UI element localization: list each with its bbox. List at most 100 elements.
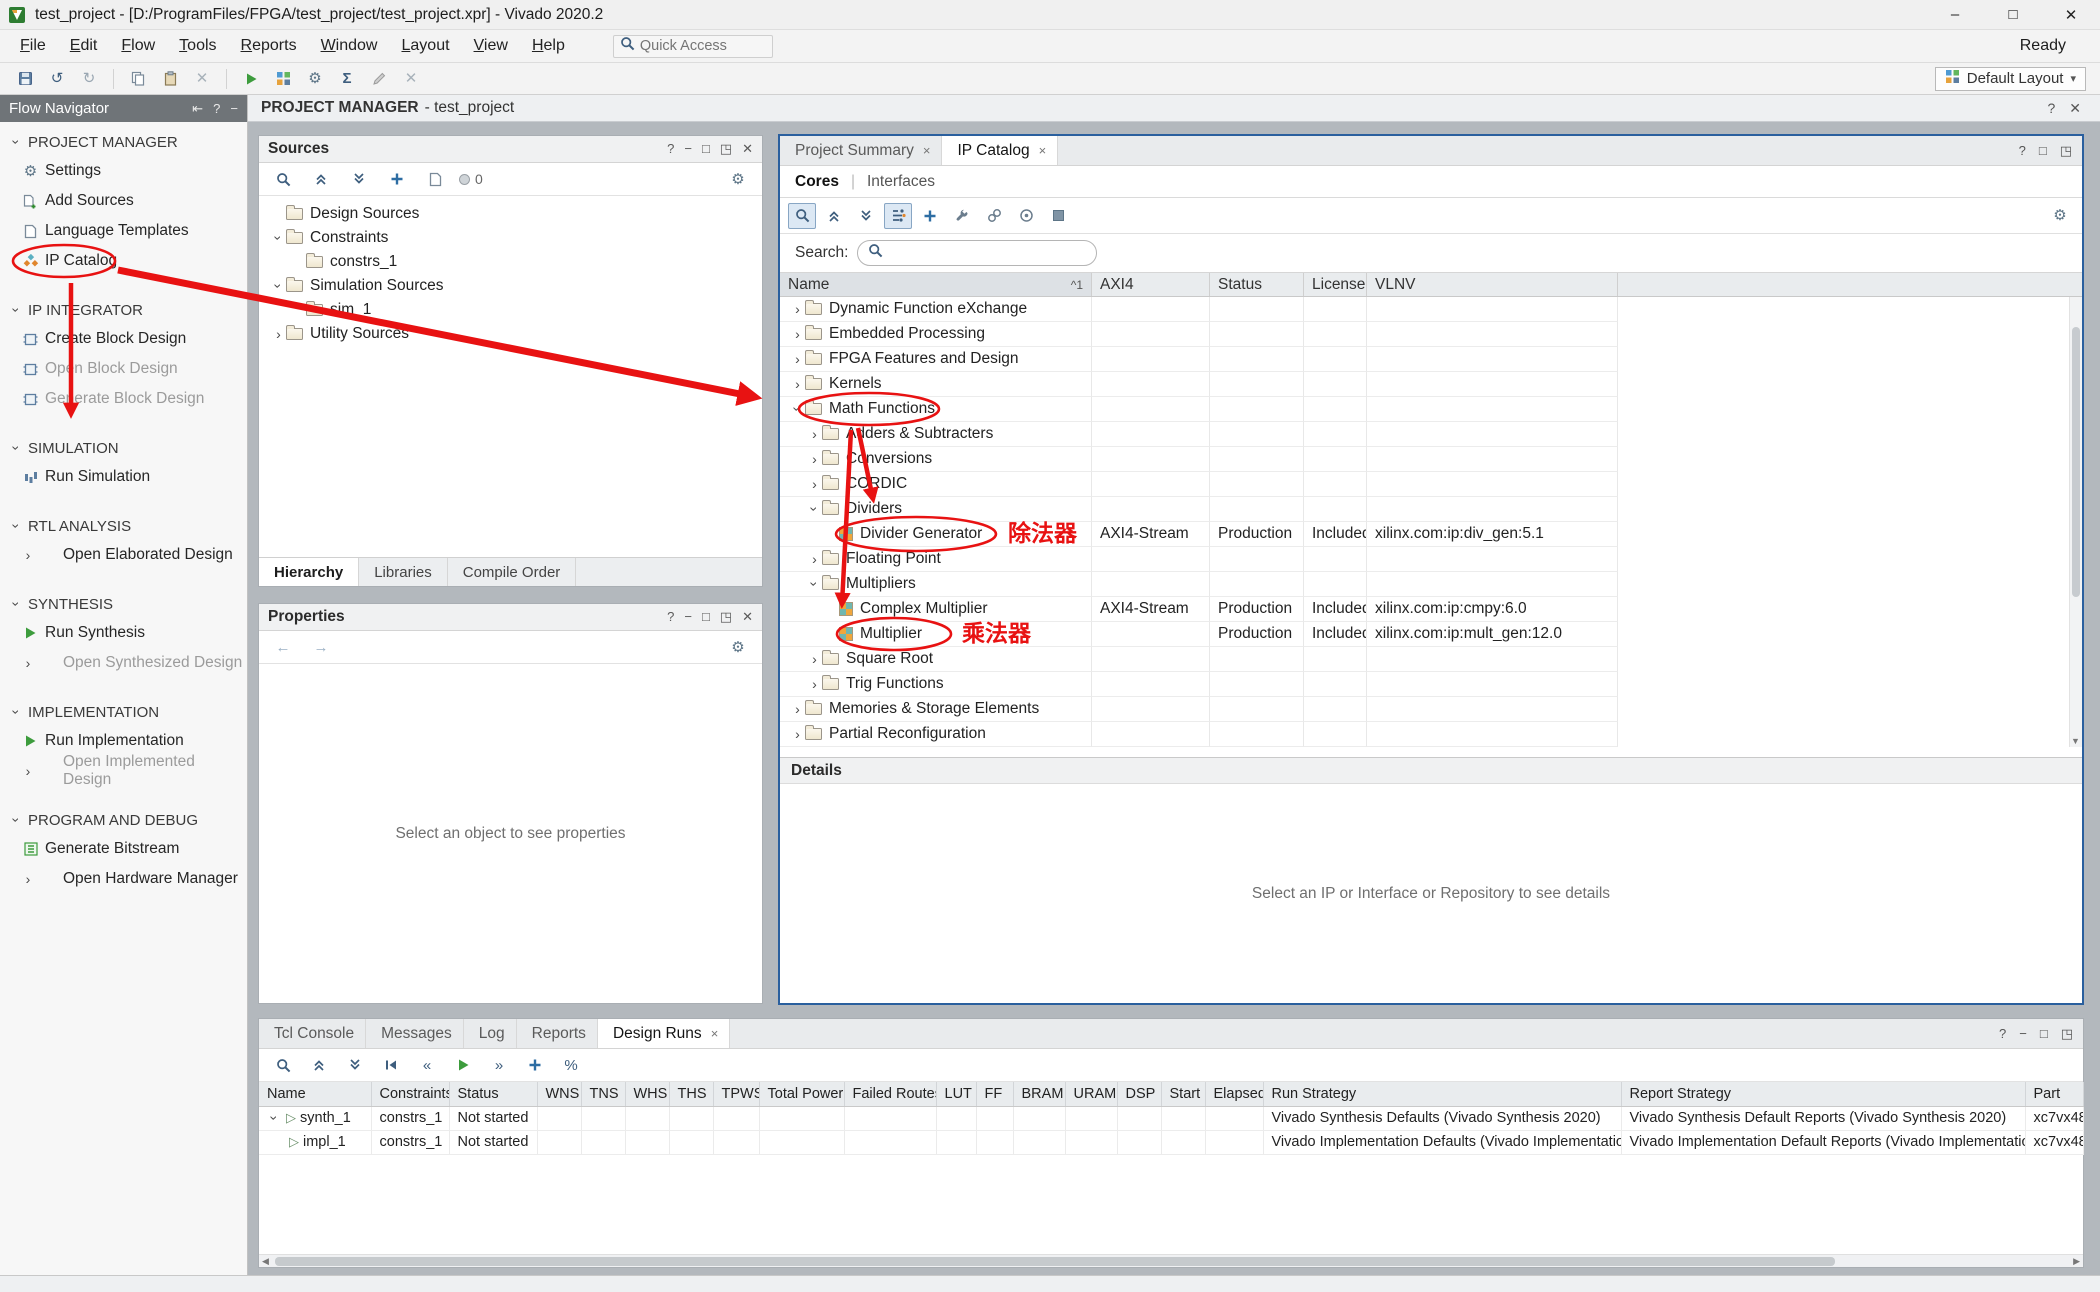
subtab-interfaces[interactable]: Interfaces bbox=[867, 173, 935, 191]
chevron-icon[interactable]: › bbox=[808, 577, 822, 592]
maximize-button[interactable]: □ bbox=[1984, 0, 2042, 30]
quick-access-input[interactable] bbox=[640, 38, 750, 54]
collapse-all-button[interactable] bbox=[307, 166, 335, 192]
close-icon[interactable]: × bbox=[923, 143, 931, 158]
report-button[interactable]: Σ bbox=[332, 66, 362, 92]
design-run-row-impl-1[interactable]: ▷impl_1constrs_1Not startedVivado Implem… bbox=[259, 1130, 2083, 1154]
tab-libraries[interactable]: Libraries bbox=[359, 558, 448, 586]
settings-button[interactable]: ⚙ bbox=[300, 66, 330, 92]
chevron-icon[interactable]: › bbox=[808, 502, 822, 517]
ipcat-row-floating-point[interactable]: ›Floating Point bbox=[780, 547, 2082, 572]
column-header-status[interactable]: Status bbox=[1210, 273, 1304, 296]
ipcat-row-math-functions[interactable]: ›Math Functions bbox=[780, 397, 2082, 422]
dr-column-part[interactable]: Part bbox=[2025, 1082, 2083, 1106]
scroll-right-arrow[interactable]: ▶ bbox=[2073, 1256, 2080, 1267]
menu-file[interactable]: File bbox=[8, 32, 58, 60]
dr-column-start[interactable]: Start bbox=[1161, 1082, 1205, 1106]
hierarchy-view-button[interactable] bbox=[884, 203, 912, 229]
menu-edit[interactable]: Edit bbox=[58, 32, 110, 60]
float-icon[interactable]: □ bbox=[2039, 143, 2047, 158]
ip-search-box[interactable] bbox=[857, 240, 1097, 266]
add-repository-button[interactable] bbox=[916, 203, 944, 229]
search-button[interactable] bbox=[269, 166, 297, 192]
step-back-button[interactable] bbox=[377, 1052, 405, 1078]
chevron-icon[interactable]: › bbox=[790, 377, 805, 391]
help-icon[interactable]: ? bbox=[2047, 100, 2055, 117]
minimize-button[interactable]: – bbox=[1926, 0, 1984, 30]
run-button[interactable] bbox=[449, 1052, 477, 1078]
ipcat-row-divider-generator[interactable]: Divider GeneratorAXI4-StreamProductionIn… bbox=[780, 522, 2082, 547]
dr-column-elapsed[interactable]: Elapsed bbox=[1205, 1082, 1263, 1106]
dr-column-total-power[interactable]: Total Power bbox=[759, 1082, 844, 1106]
edit-file-button[interactable] bbox=[421, 166, 449, 192]
stop-button[interactable] bbox=[1044, 203, 1072, 229]
design-run-row-synth-1[interactable]: ›▷synth_1constrs_1Not startedVivado Synt… bbox=[259, 1106, 2083, 1130]
ipcat-row-complex-multiplier[interactable]: Complex MultiplierAXI4-StreamProductionI… bbox=[780, 597, 2082, 622]
fast-forward-button[interactable]: » bbox=[485, 1052, 513, 1078]
fn-section-header-ip-integrator[interactable]: ›IP INTEGRATOR bbox=[0, 296, 247, 324]
copy-button[interactable] bbox=[123, 66, 153, 92]
menu-view[interactable]: View bbox=[462, 32, 520, 60]
fn-section-header-implementation[interactable]: ›IMPLEMENTATION bbox=[0, 698, 247, 726]
chevron-icon[interactable]: › bbox=[268, 1111, 282, 1126]
dr-column-dsp[interactable]: DSP bbox=[1117, 1082, 1161, 1106]
abort-button[interactable]: ✕ bbox=[396, 66, 426, 92]
dr-column-ths[interactable]: THS bbox=[669, 1082, 713, 1106]
gear-icon[interactable]: ⚙ bbox=[2046, 203, 2074, 229]
tab-reports[interactable]: Reports bbox=[517, 1019, 598, 1048]
sidebar-item-open-elaborated-design[interactable]: ›Open Elaborated Design bbox=[0, 540, 247, 570]
chevron-icon[interactable]: › bbox=[807, 477, 822, 491]
sidebar-item-settings[interactable]: ⚙Settings bbox=[0, 156, 247, 186]
tree-item-utility-sources[interactable]: ›Utility Sources bbox=[259, 322, 762, 346]
minimize-icon[interactable]: − bbox=[684, 609, 692, 624]
ipcat-row-adders-subtracters[interactable]: ›Adders & Subtracters bbox=[780, 422, 2082, 447]
chevron-icon[interactable]: › bbox=[790, 327, 805, 341]
ipcat-row-trig-functions[interactable]: ›Trig Functions bbox=[780, 672, 2082, 697]
sidebar-item-run-implementation[interactable]: Run Implementation bbox=[0, 726, 247, 756]
create-run-button[interactable] bbox=[521, 1052, 549, 1078]
ipcat-row-kernels[interactable]: ›Kernels bbox=[780, 372, 2082, 397]
help-icon[interactable]: ? bbox=[1999, 1026, 2006, 1041]
help-icon[interactable]: ? bbox=[667, 609, 674, 624]
dr-column-wns[interactable]: WNS bbox=[537, 1082, 581, 1106]
chevron-icon[interactable]: › bbox=[807, 652, 822, 666]
fn-section-header-simulation[interactable]: ›SIMULATION bbox=[0, 434, 247, 462]
menu-window[interactable]: Window bbox=[309, 32, 390, 60]
sidebar-item-open-implemented-design[interactable]: ›Open Implemented Design bbox=[0, 756, 247, 786]
close-icon[interactable]: × bbox=[1039, 143, 1047, 158]
edit-button[interactable] bbox=[364, 66, 394, 92]
menu-reports[interactable]: Reports bbox=[229, 32, 309, 60]
column-header-license[interactable]: License bbox=[1304, 273, 1367, 296]
dr-column-status[interactable]: Status bbox=[449, 1082, 537, 1106]
ipcat-row-multipliers[interactable]: ›Multipliers bbox=[780, 572, 2082, 597]
dr-column-tpws[interactable]: TPWS bbox=[713, 1082, 759, 1106]
tab-log[interactable]: Log bbox=[464, 1019, 517, 1048]
sidebar-item-language-templates[interactable]: Language Templates bbox=[0, 216, 247, 246]
menu-help[interactable]: Help bbox=[520, 32, 577, 60]
chevron-icon[interactable]: › bbox=[790, 302, 805, 316]
chevron-icon[interactable]: › bbox=[807, 452, 822, 466]
expand-all-button[interactable] bbox=[852, 203, 880, 229]
ipcat-row-square-root[interactable]: ›Square Root bbox=[780, 647, 2082, 672]
subtab-cores[interactable]: Cores bbox=[795, 173, 839, 191]
dr-column-ff[interactable]: FF bbox=[976, 1082, 1013, 1106]
chevron-icon[interactable]: › bbox=[790, 727, 805, 741]
sidebar-item-add-sources[interactable]: Add Sources bbox=[0, 186, 247, 216]
float-icon[interactable]: □ bbox=[702, 609, 710, 624]
sidebar-item-run-synthesis[interactable]: Run Synthesis bbox=[0, 618, 247, 648]
paste-button[interactable] bbox=[155, 66, 185, 92]
redo-button[interactable]: ↻ bbox=[74, 66, 104, 92]
minimize-icon[interactable]: − bbox=[2019, 1026, 2027, 1041]
scroll-left-arrow[interactable]: ◀ bbox=[262, 1256, 269, 1267]
sidebar-item-ip-catalog[interactable]: IP Catalog bbox=[0, 246, 247, 276]
dr-column-bram[interactable]: BRAM bbox=[1013, 1082, 1065, 1106]
dr-column-uram[interactable]: URAM bbox=[1065, 1082, 1117, 1106]
percent-button[interactable]: % bbox=[557, 1052, 585, 1078]
sidebar-item-generate-bitstream[interactable]: Generate Bitstream bbox=[0, 834, 247, 864]
scrollbar-thumb[interactable] bbox=[275, 1257, 1835, 1266]
tab-tcl-console[interactable]: Tcl Console bbox=[259, 1019, 366, 1048]
menu-flow[interactable]: Flow bbox=[109, 32, 167, 60]
column-header-axi4[interactable]: AXI4 bbox=[1092, 273, 1210, 296]
ipcat-row-memories-storage-elements[interactable]: ›Memories & Storage Elements bbox=[780, 697, 2082, 722]
horizontal-scrollbar[interactable]: ◀ ▶ bbox=[259, 1254, 2083, 1267]
